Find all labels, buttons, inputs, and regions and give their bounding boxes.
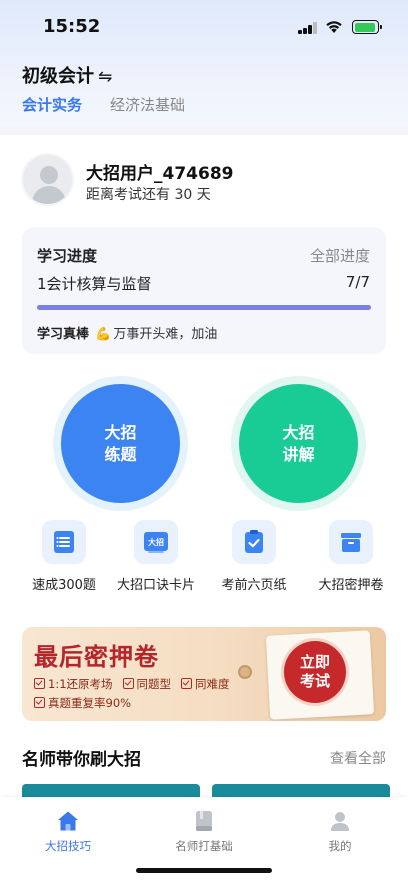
tab-economic-law[interactable]: 经济法基础 [110, 94, 185, 115]
tab-bar-label: 名师打基础 [175, 839, 233, 853]
start-exam-line1: 立即 [299, 653, 330, 671]
subject-switcher[interactable]: 初级会计 ⇋ [22, 62, 112, 88]
progress-bar-fill [37, 305, 371, 310]
quick-item-six-pages[interactable]: 考前六页纸 [206, 520, 302, 593]
practice-button-line1: 大招 [104, 422, 137, 442]
card-icon-text: 大招 [148, 537, 164, 547]
practice-button-line2: 练题 [104, 444, 137, 464]
quick-item-label: 速成300题 [32, 578, 96, 593]
banner-tag: 同难度 [181, 675, 230, 694]
tab-bar-tricks[interactable]: 大招技巧 [8, 809, 128, 854]
envelope-seal-icon [238, 665, 252, 679]
slogan-text: 万事开头难，加油 [113, 327, 218, 342]
progress-slogan: 学习真棒 💪 万事开头难，加油 [37, 323, 217, 342]
swap-icon: ⇋ [98, 67, 113, 87]
subject-title: 初级会计 [22, 66, 94, 87]
tab-bar-profile[interactable]: 我的 [280, 809, 400, 854]
tab-accounting-practice[interactable]: 会计实务 [22, 94, 82, 115]
card-icon: 大招 [134, 520, 178, 564]
home-indicator [136, 868, 272, 873]
tab-bar-label: 我的 [328, 839, 352, 853]
wifi-icon [326, 21, 342, 33]
checkbox-icon [122, 678, 134, 689]
all-progress-link[interactable]: 全部进度 [310, 245, 370, 266]
quick-item-label: 大招密押卷 [318, 578, 384, 593]
clipboard-check-icon [232, 520, 276, 564]
home-icon [56, 809, 80, 833]
banner-title: 最后密押卷 [34, 642, 159, 671]
quick-item-formula-cards[interactable]: 大招 大招口诀卡片 [108, 520, 204, 593]
banner-tag: 真题重复率90% [34, 694, 131, 713]
quick-item-label: 考前六页纸 [221, 578, 287, 593]
lecture-button-line1: 大招 [282, 422, 315, 442]
checkbox-icon [34, 678, 45, 689]
tab-bar-teachers[interactable]: 名师打基础 [144, 809, 264, 854]
archive-box-icon [329, 520, 373, 564]
flexed-arm-icon: 💪 [95, 327, 112, 342]
status-bar: 15:52 [0, 0, 408, 52]
person-icon [328, 809, 352, 833]
lecture-button[interactable]: 大招 讲解 [239, 384, 358, 503]
banner-tags: 1:1还原考场 同题型 同难度 真题重复率90% [34, 675, 240, 713]
quick-item-secret-papers[interactable]: 大招密押卷 [303, 520, 399, 593]
teachers-section-title: 名师带你刷大招 [22, 750, 141, 770]
study-progress-card[interactable]: 学习进度 全部进度 1会计核算与监督 7/7 学习真棒 💪 万事开头难，加油 [22, 227, 386, 354]
practice-button[interactable]: 大招 练题 [61, 384, 180, 503]
start-exam-button[interactable]: 立即 考试 [284, 641, 346, 703]
book-icon [192, 809, 216, 833]
banner-tag: 1:1还原考场 [34, 675, 113, 694]
banner-tag: 同题型 [122, 675, 171, 694]
progress-chapter: 1会计核算与监督 [37, 275, 152, 293]
progress-title: 学习进度 [37, 247, 98, 265]
exam-countdown: 距离考试还有 30 天 [86, 187, 211, 203]
progress-bar [37, 305, 371, 310]
start-exam-line2: 考试 [299, 672, 330, 690]
progress-count: 7/7 [345, 273, 370, 291]
avatar[interactable] [21, 153, 74, 206]
lecture-button-line2: 讲解 [282, 444, 315, 464]
checkbox-icon [181, 678, 193, 689]
checkbox-icon [34, 697, 45, 708]
section-divider [0, 127, 408, 135]
cellular-signal-icon [298, 22, 318, 34]
battery-icon [352, 20, 382, 34]
quick-item-label: 大招口诀卡片 [116, 578, 195, 593]
lecture-button-ring: 大招 讲解 [231, 376, 366, 511]
view-all-link[interactable]: 查看全部 [330, 748, 386, 768]
status-time: 15:52 [43, 16, 101, 37]
tab-bar-label: 大招技巧 [45, 839, 91, 853]
username: 大招用户_474689 [86, 164, 234, 184]
slogan-bold: 学习真棒 [37, 327, 90, 342]
list-book-icon [42, 520, 86, 564]
practice-button-ring: 大招 练题 [53, 376, 188, 511]
final-exam-banner[interactable]: 最后密押卷 1:1还原考场 同题型 同难度 真题重复率90% 立即 考试 [22, 627, 386, 721]
quick-item-300-questions[interactable]: 速成300题 [16, 520, 112, 593]
